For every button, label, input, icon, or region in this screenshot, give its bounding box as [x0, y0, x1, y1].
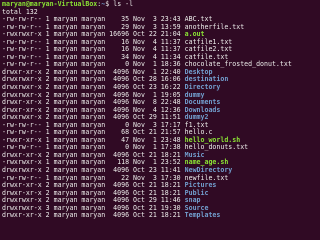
command-line: maryan@maryan-VirtualBox:~$ ls -l — [2, 0, 292, 9]
terminal-output: maryan@maryan-VirtualBox:~$ ls -l total … — [2, 0, 292, 220]
entry-name: Templates — [184, 211, 221, 220]
listing-entries: -rw-rw-r-- 1 maryan maryan 35 Nov 3 23:4… — [2, 15, 292, 220]
entry-metadata: drwxr-xr-x 2 maryan maryan 4096 Oct 21 1… — [2, 211, 185, 220]
command-text: ls -l — [113, 0, 134, 8]
prompt-user-host: maryan@maryan-VirtualBox — [2, 0, 98, 8]
terminal-window[interactable]: maryan@maryan-VirtualBox:~$ ls -l total … — [0, 0, 300, 225]
prompt-symbol: $ — [105, 0, 110, 8]
listing-row: drwxr-xr-x 2 maryan maryan 4096 Oct 21 1… — [2, 212, 292, 220]
